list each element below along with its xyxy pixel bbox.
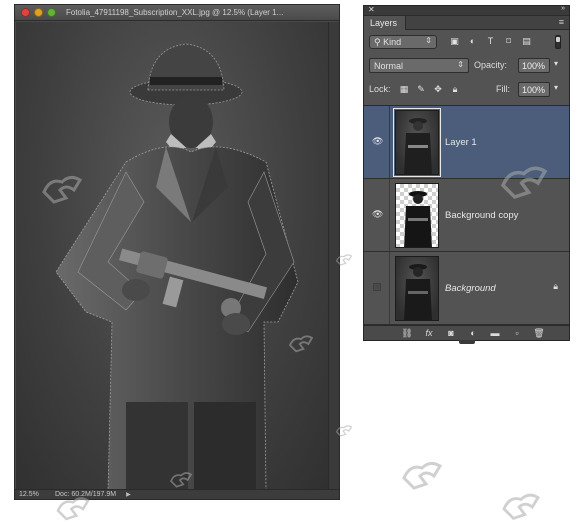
layer-row-background[interactable]: Background 🔒︎: [364, 252, 569, 325]
fill-dropdown-icon[interactable]: ▾: [554, 83, 558, 92]
document-window: Fotolia_47911198_Subscription_XXL.jpg @ …: [14, 4, 340, 500]
lock-all-icon[interactable]: 🔒︎: [450, 84, 460, 94]
filter-kind-select[interactable]: ⚲ Kind ⇕: [369, 35, 437, 49]
opacity-label: Opacity:: [474, 60, 508, 70]
zoom-window-button[interactable]: [47, 8, 56, 17]
figure-thumbnail: [404, 118, 432, 174]
tab-layers[interactable]: Layers: [364, 16, 406, 30]
fill-field[interactable]: 100%: [518, 82, 550, 97]
adjustment-filter-icon[interactable]: ◐: [467, 36, 478, 47]
document-title: Fotolia_47911198_Subscription_XXL.jpg @ …: [66, 8, 284, 17]
watermark-logo: [335, 254, 353, 266]
watermark-logo: [288, 335, 314, 353]
photo-gangster-with-tommy-gun: [55, 43, 299, 492]
image-canvas[interactable]: [16, 22, 328, 492]
chevron-updown-icon: ⇕: [425, 36, 432, 45]
status-menu-arrow-icon[interactable]: ▶: [126, 491, 131, 498]
blend-mode-select[interactable]: Normal ⇕: [369, 58, 469, 73]
layer-thumbnail[interactable]: [393, 108, 441, 177]
visibility-column: 👁︎: [364, 179, 390, 251]
trash-icon[interactable]: 🗑︎: [533, 328, 545, 339]
watermark-logo: [170, 472, 193, 488]
close-window-button[interactable]: [21, 8, 30, 17]
layer-list: 👁︎ Layer 1 👁︎ Background copy Background…: [364, 105, 569, 325]
collapse-panel-icon[interactable]: »: [561, 5, 565, 12]
zoom-level[interactable]: 12.5%: [19, 491, 45, 498]
document-titlebar[interactable]: Fotolia_47911198_Subscription_XXL.jpg @ …: [15, 5, 339, 21]
panel-tabbar: Layers ≡: [364, 16, 569, 30]
watermark-logo: [42, 175, 83, 204]
watermark-logo: [500, 166, 548, 200]
fx-icon[interactable]: fx: [423, 328, 435, 339]
lock-brush-icon[interactable]: ✎: [416, 84, 426, 94]
lock-icon: 🔒︎: [553, 281, 558, 291]
lock-transparent-icon[interactable]: ▦: [399, 84, 409, 94]
layer-thumbnail[interactable]: [395, 256, 439, 321]
opacity-field[interactable]: 100%: [518, 58, 550, 73]
panel-bottom-toolbar: ⛓ fx ◙ ◐ ▬ ▫ 🗑︎: [364, 325, 569, 344]
blend-row: Normal ⇕ Opacity: 100% ▾: [364, 54, 569, 78]
layer-name[interactable]: Layer 1: [445, 137, 477, 148]
opacity-dropdown-icon[interactable]: ▾: [554, 59, 558, 68]
smart-object-filter-icon[interactable]: ▤: [521, 36, 532, 47]
minimize-window-button[interactable]: [34, 8, 43, 17]
visibility-off-box[interactable]: [373, 283, 381, 291]
fill-label: Fill:: [496, 84, 510, 94]
layer-thumbnail[interactable]: [395, 183, 439, 248]
new-layer-icon[interactable]: ▫: [511, 328, 523, 339]
pixel-filter-icon[interactable]: ▣: [449, 36, 460, 47]
filter-toggle-switch[interactable]: [555, 35, 561, 49]
panel-menu-icon[interactable]: ≡: [559, 17, 564, 27]
layer-name[interactable]: Background copy: [445, 210, 518, 221]
watermark-logo: [502, 493, 540, 520]
search-icon: ⚲: [374, 37, 381, 47]
chevron-updown-icon: ⇕: [457, 60, 464, 69]
lock-row: Lock: ▦ ✎ ✥ 🔒︎ Fill: 100% ▾: [364, 78, 569, 102]
visibility-column: [364, 252, 390, 324]
lock-position-icon[interactable]: ✥: [433, 84, 443, 94]
watermark-logo: [335, 425, 353, 437]
adjustment-icon[interactable]: ◐: [467, 328, 479, 339]
lock-label: Lock:: [369, 84, 391, 94]
link-layers-icon[interactable]: ⛓: [401, 328, 413, 339]
folder-icon[interactable]: ▬: [489, 328, 501, 339]
filter-kind-label: Kind: [383, 37, 402, 47]
panel-header[interactable]: ✕ »: [364, 5, 569, 16]
eye-icon[interactable]: 👁︎: [372, 136, 383, 146]
blend-mode-value: Normal: [374, 61, 404, 71]
visibility-column: 👁︎: [364, 106, 390, 178]
mask-icon[interactable]: ◙: [445, 328, 457, 339]
filter-row: ⚲ Kind ⇕ ▣ ◐ T ⌑ ▤: [364, 30, 569, 54]
panel-resize-grip[interactable]: [459, 340, 475, 344]
eye-icon[interactable]: 👁︎: [372, 209, 383, 219]
layer-name[interactable]: Background: [445, 283, 496, 294]
watermark-logo: [56, 497, 90, 521]
close-panel-icon[interactable]: ✕: [368, 5, 375, 14]
type-filter-icon[interactable]: T: [485, 36, 496, 47]
figure-thumbnail: [404, 264, 432, 320]
watermark-logo: [402, 461, 443, 490]
shape-filter-icon[interactable]: ⌑: [503, 36, 514, 47]
figure-thumbnail: [404, 191, 432, 247]
